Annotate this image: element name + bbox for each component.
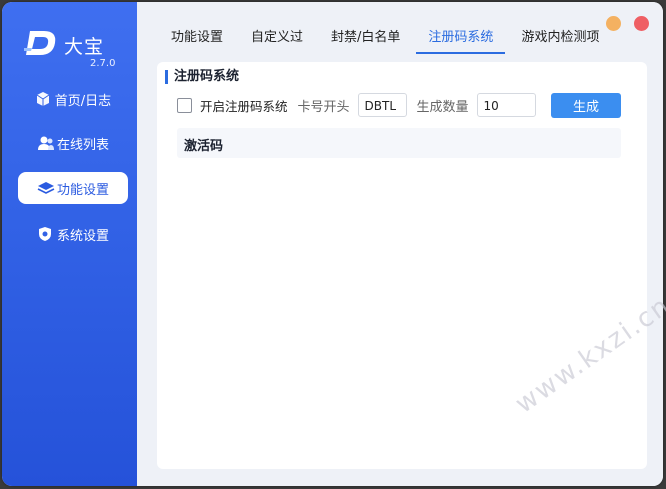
sidebar-item-label: 系统设置	[56, 228, 109, 244]
enable-label: 开启注册码系统	[200, 98, 288, 114]
close-button[interactable]	[634, 16, 649, 31]
activation-code-list[interactable]: 激活码	[177, 128, 621, 158]
app-name: 大宝	[64, 36, 105, 58]
prefix-label: 卡号开头	[297, 99, 350, 115]
sidebar-item-online-list[interactable]: 在线列表	[18, 127, 128, 159]
main-area: 功能设置 自定义过 封禁/白名单 注册码系统 游戏内检测项 注册码系统 开启注册…	[137, 2, 663, 486]
minimize-button[interactable]	[606, 16, 621, 31]
tab-ban-whitelist[interactable]: 封禁/白名单	[319, 24, 412, 52]
tab-custom-filter[interactable]: 自定义过	[239, 24, 315, 52]
registration-code-panel: 注册码系统 开启注册码系统 卡号开头 DBTL 生成数量 10 生成 激活码	[157, 62, 647, 469]
sidebar-item-label: 功能设置	[56, 182, 109, 198]
count-label: 生成数量	[416, 99, 469, 115]
shield-gear-icon	[37, 226, 53, 242]
tab-bar: 功能设置 自定义过 封禁/白名单 注册码系统 游戏内检测项	[159, 24, 615, 54]
sidebar-item-home[interactable]: 首页/日志	[18, 83, 128, 115]
sidebar: 大宝 2.7.0 首页/日志 在线列表 功能设置 系统设置	[2, 2, 137, 486]
cube-icon	[35, 91, 51, 107]
sidebar-item-feature-settings[interactable]: 功能设置	[18, 172, 128, 204]
app-version: 2.7.0	[90, 58, 116, 69]
sidebar-item-label: 在线列表	[56, 137, 109, 153]
generate-button[interactable]: 生成	[551, 93, 621, 118]
settings-row: 开启注册码系统 卡号开头 DBTL 生成数量 10	[177, 92, 536, 118]
prefix-input[interactable]: DBTL	[357, 93, 407, 117]
section-title: 注册码系统	[165, 70, 239, 84]
tab-registration-code[interactable]: 注册码系统	[416, 24, 506, 54]
activation-code-header: 激活码	[184, 139, 224, 154]
count-input[interactable]: 10	[476, 93, 536, 117]
enable-checkbox[interactable]	[177, 97, 192, 113]
app-window: 大宝 2.7.0 首页/日志 在线列表 功能设置 系统设置 功能设置 自定义过 …	[2, 2, 663, 486]
sidebar-item-label: 首页/日志	[54, 93, 112, 109]
sidebar-item-system-settings[interactable]: 系统设置	[18, 218, 128, 250]
layers-icon	[37, 180, 55, 196]
tab-feature-settings[interactable]: 功能设置	[159, 24, 235, 52]
tab-in-game-detection[interactable]: 游戏内检测项	[509, 24, 611, 52]
users-icon	[37, 135, 54, 151]
logo-icon	[24, 28, 60, 58]
